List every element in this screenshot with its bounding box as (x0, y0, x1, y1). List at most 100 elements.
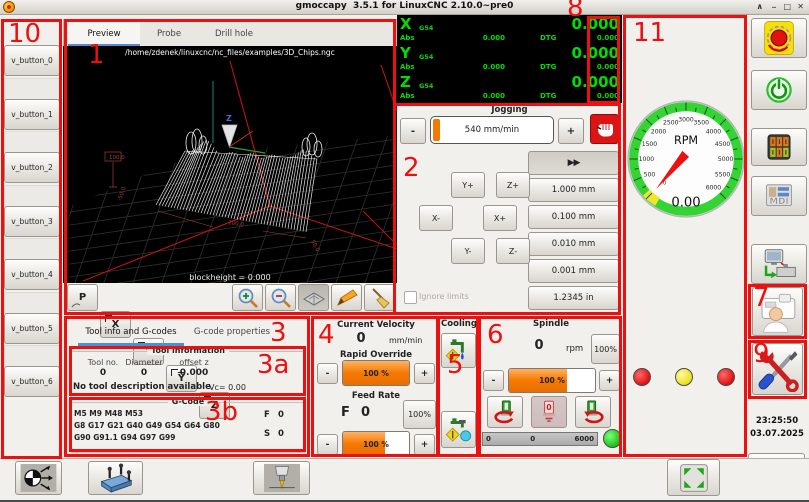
touch-plate-button[interactable] (88, 461, 143, 495)
zoom-in-button[interactable] (232, 284, 263, 311)
chip-curls (185, 129, 322, 159)
toolpath-toggle-button[interactable] (298, 284, 329, 311)
feed-reset-button[interactable]: 100% (403, 400, 436, 429)
spindle-cw-button[interactable] (575, 396, 611, 428)
shade-button[interactable]: ∧ (757, 2, 764, 11)
jog-mode-button[interactable] (590, 114, 619, 144)
dtg-label: DTG (540, 92, 556, 100)
v-button-0[interactable]: v_button_0 (4, 45, 60, 76)
tab-probe[interactable]: Probe (140, 21, 198, 46)
preview-toolbar: P X Y Y Z (63, 283, 397, 314)
jog-y-minus-button[interactable]: Y- (451, 238, 485, 264)
gcode-frame-title: G-Code (168, 397, 208, 406)
dro-panel[interactable]: X G54 0.000 Abs 0.000 DTG 0.000 Y G54 0.… (397, 15, 622, 103)
v-button-5[interactable]: v_button_5 (4, 313, 60, 344)
jog-speed-minus-button[interactable]: - (400, 118, 426, 144)
touch-off-button[interactable] (15, 461, 62, 495)
svg-text:3000: 3000 (678, 116, 694, 123)
gauge-rpm-label: RPM (674, 134, 698, 147)
svg-text:100.0: 100.0 (228, 220, 245, 228)
feed-minus-button[interactable]: - (317, 434, 338, 455)
flood-button[interactable] (441, 411, 476, 448)
continuous-jog-button[interactable]: ▶▶ (528, 151, 619, 175)
cooling-panel: Cooling (437, 316, 479, 457)
v-button-6[interactable]: v_button_6 (4, 366, 60, 397)
mist-button[interactable] (441, 333, 476, 368)
manual-mode-button[interactable] (751, 128, 807, 166)
diameter-value: 0 (119, 368, 169, 378)
jog-x-plus-button[interactable]: X+ (483, 205, 517, 231)
v-button-1[interactable]: v_button_1 (4, 99, 60, 130)
jog-z-plus-button[interactable]: Z+ (496, 172, 530, 198)
spindle-minus-button[interactable]: - (483, 370, 504, 391)
tab-drill-hole[interactable]: Drill hole (198, 21, 270, 46)
jog-x-minus-button[interactable]: X- (419, 205, 453, 231)
window-title: gmoccapy 3.5.1 for LinuxCNC 2.10.0~pre0 (0, 1, 809, 11)
jog-y-plus-button[interactable]: Y+ (451, 172, 485, 198)
tooledit-button[interactable] (752, 343, 803, 395)
svg-text:1000: 1000 (639, 156, 655, 163)
jog-z-minus-button[interactable]: Z- (496, 238, 530, 264)
spindle-override-bar[interactable]: 100 % (508, 368, 596, 393)
fullscreen-button[interactable] (667, 459, 720, 496)
hand-icon (594, 118, 616, 140)
spindle-ccw-button[interactable] (487, 396, 523, 428)
flood-icon (444, 415, 474, 445)
spindle-range-max: 6000 (575, 435, 594, 443)
svg-text:5500: 5500 (715, 171, 731, 178)
spindle-range-bar: 0 0 6000 (482, 432, 598, 446)
maximize-button[interactable]: □ (783, 2, 791, 11)
dtg-label: DTG (540, 63, 556, 71)
jog-speed-plus-button[interactable]: + (558, 118, 584, 144)
spindle-cw-icon (578, 398, 608, 426)
ignore-limits-checkbox[interactable] (404, 291, 417, 304)
file-path-bar: /home/zdenek/linuxcnc/nc_files/examples/… (63, 46, 397, 59)
tool-measure-button[interactable] (253, 461, 310, 495)
jog-speed-slider[interactable]: 540 mm/min (430, 116, 554, 144)
increment-button-1[interactable]: 0.100 mm (528, 205, 619, 229)
axis-letter: X (400, 15, 412, 33)
increment-button-4[interactable]: 1.2345 in (528, 286, 619, 310)
tab-preview[interactable]: Preview (68, 21, 140, 46)
tab-tool-info[interactable]: Tool info and G-codes (78, 320, 184, 344)
tab-gcode-properties[interactable]: G-code properties (188, 320, 276, 344)
spindle-stop-button[interactable]: 0 (531, 396, 567, 428)
view-perspective-button[interactable]: P (67, 284, 98, 311)
active-mcodes: M5 M9 M48 M53 (74, 409, 143, 418)
active-gcodes-2: G90 G91.1 G94 G97 G99 (74, 433, 175, 442)
increment-button-2[interactable]: 0.010 mm (528, 232, 619, 256)
estop-button[interactable] (751, 18, 807, 58)
increment-button-3[interactable]: 0.001 mm (528, 259, 619, 283)
v-button-2[interactable]: v_button_2 (4, 152, 60, 183)
zoom-out-button[interactable] (265, 284, 296, 311)
power-button[interactable] (751, 70, 807, 110)
svg-text:6000: 6000 (706, 184, 722, 191)
dimensions-button[interactable] (331, 284, 362, 311)
gauge-value: 0.00 (671, 196, 700, 211)
spindle-plus-button[interactable]: + (599, 370, 620, 391)
rapid-minus-button[interactable]: - (317, 363, 338, 384)
gremlin-preview[interactable]: 100.0 -50.0 100.0 50.0 Z (63, 59, 397, 284)
axis-letter: Z (400, 73, 411, 91)
left-button-panel: v_button_0 v_button_1 v_button_2 v_butto… (0, 15, 63, 458)
auto-mode-button[interactable] (751, 244, 807, 284)
window-titlebar: gmoccapy 3.5.1 for LinuxCNC 2.10.0~pre0 … (0, 0, 809, 15)
svg-text:500: 500 (644, 171, 656, 178)
feed-plus-button[interactable]: + (414, 434, 435, 455)
fast-forward-icon: ▶▶ (568, 158, 580, 168)
minimize-button[interactable]: _ (772, 0, 776, 8)
tool-information-title: Tool information (147, 346, 229, 355)
svg-text:1500: 1500 (642, 141, 658, 148)
increment-button-0[interactable]: 1.000 mm (528, 178, 619, 202)
settings-button[interactable] (752, 287, 803, 336)
feed-override-bar[interactable]: 100 % (342, 431, 410, 457)
spindle-reset-button[interactable]: 100% (591, 334, 620, 364)
empty-slot (4, 185, 62, 207)
clear-plot-button[interactable] (364, 284, 395, 311)
rapid-plus-button[interactable]: + (414, 363, 435, 384)
close-button[interactable]: ✕ (797, 2, 804, 11)
rapid-override-bar[interactable]: 100 % (342, 360, 410, 386)
v-button-3[interactable]: v_button_3 (4, 206, 60, 237)
v-button-4[interactable]: v_button_4 (4, 259, 60, 290)
mdi-mode-button[interactable]: MDI (751, 176, 807, 216)
